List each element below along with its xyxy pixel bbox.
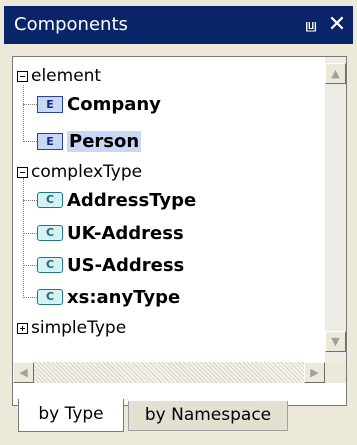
- tree-item-xs-anytype[interactable]: C xs:anyType: [37, 282, 180, 312]
- tree-item-addresstype[interactable]: C AddressType: [37, 185, 196, 215]
- components-window: Components ⩏ ✕ element E Company E Perso…: [0, 0, 357, 445]
- tree-group-element[interactable]: element: [17, 61, 101, 91]
- complex-type-icon: C: [37, 192, 63, 208]
- pin-icon[interactable]: ⩏: [300, 13, 322, 37]
- tree-connector: [23, 265, 37, 267]
- tree-group-complextype[interactable]: complexType: [17, 157, 142, 187]
- tree-item-label: US-Address: [67, 254, 185, 276]
- tree-group-label: element: [31, 66, 102, 86]
- window-title: Components: [14, 14, 128, 35]
- tree-item-label: Person: [67, 130, 142, 152]
- tree-item-label: UK-Address: [67, 222, 184, 244]
- close-icon[interactable]: ✕: [326, 13, 348, 37]
- element-icon: E: [37, 132, 63, 150]
- tree-item-label: xs:anyType: [67, 286, 181, 308]
- collapse-icon[interactable]: [17, 70, 28, 82]
- complex-type-icon: C: [37, 225, 63, 241]
- tree-group-label: simpleType: [31, 318, 127, 338]
- tree-group-label: complexType: [31, 162, 143, 182]
- tree-connector: [23, 85, 25, 142]
- tree-connector: [23, 178, 25, 298]
- tree-group-simpletype[interactable]: simpleType: [17, 313, 126, 343]
- title-bar[interactable]: Components ⩏ ✕: [4, 6, 353, 44]
- collapse-icon[interactable]: [17, 166, 28, 178]
- horizontal-scrollbar[interactable]: ◀ ▶: [13, 362, 325, 383]
- tree-item-label: AddressType: [67, 189, 197, 211]
- scroll-left-button[interactable]: ◀: [13, 362, 34, 383]
- complex-type-icon: C: [37, 289, 63, 305]
- tree-item-label: Company: [67, 93, 161, 115]
- scroll-track[interactable]: [34, 362, 304, 383]
- tree-item-person[interactable]: E Person: [37, 126, 142, 156]
- tree-connector: [23, 233, 37, 235]
- scroll-up-button[interactable]: ▲: [325, 63, 346, 84]
- tree-item-company[interactable]: E Company: [37, 89, 161, 119]
- scroll-down-button[interactable]: ▼: [325, 331, 346, 352]
- tree-connector: [23, 200, 37, 202]
- tab-by-namespace[interactable]: by Namespace: [128, 401, 288, 431]
- tree-item-us-address[interactable]: C US-Address: [37, 250, 184, 280]
- components-panel: element E Company E Person complexType C…: [12, 56, 347, 406]
- tab-by-type[interactable]: by Type: [18, 399, 124, 432]
- vertical-scrollbar[interactable]: ▲ ▼: [325, 57, 346, 362]
- tree-item-uk-address[interactable]: C UK-Address: [37, 218, 184, 248]
- tree-connector: [23, 104, 37, 106]
- complex-type-icon: C: [37, 257, 63, 273]
- tree-connector: [23, 297, 37, 299]
- expand-icon[interactable]: [17, 322, 28, 334]
- component-tree: element E Company E Person complexType C…: [13, 57, 325, 361]
- element-icon: E: [37, 95, 63, 113]
- tree-connector: [23, 141, 37, 143]
- scrollbar-corner: [325, 362, 346, 383]
- scroll-right-button[interactable]: ▶: [304, 362, 325, 383]
